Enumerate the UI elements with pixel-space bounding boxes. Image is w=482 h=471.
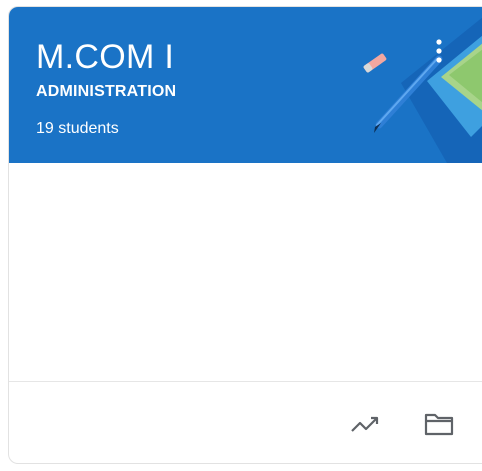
more-vert-icon <box>436 39 442 63</box>
course-title[interactable]: M.COM I <box>36 37 174 77</box>
class-drive-folder-button[interactable] <box>419 404 459 444</box>
more-options-button[interactable] <box>423 35 453 71</box>
student-count: 19 students <box>36 120 119 137</box>
eraser-icon <box>363 53 387 73</box>
class-card-footer <box>9 381 482 463</box>
course-section: ADMINISTRATION <box>36 83 177 100</box>
gradebook-button[interactable] <box>345 404 385 444</box>
class-card[interactable]: M.COM I ADMINISTRATION 19 students <box>8 6 482 464</box>
folder-icon <box>424 413 454 436</box>
class-card-header[interactable]: M.COM I ADMINISTRATION 19 students <box>9 7 482 163</box>
trending-up-icon <box>351 416 379 432</box>
